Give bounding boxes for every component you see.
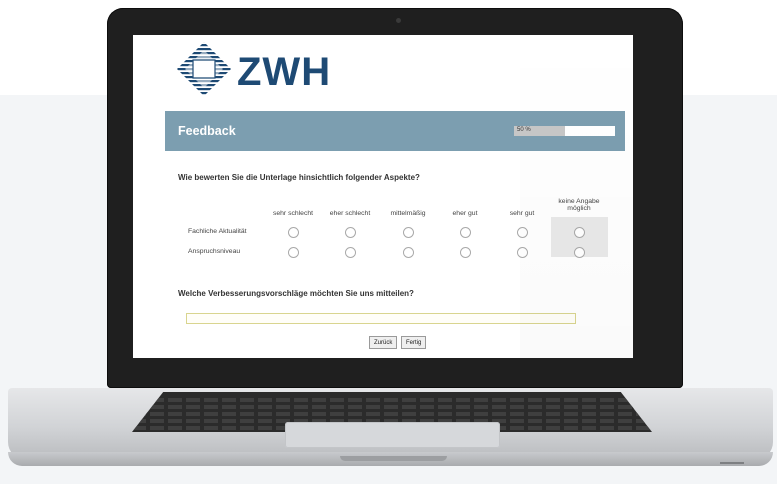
column-header: mittelmäßig	[390, 210, 426, 217]
question-2-text: Welche Verbesserungsvorschläge möchten S…	[178, 289, 414, 298]
column-header: sehr schlecht	[272, 210, 314, 217]
back-button[interactable]: Zurück	[369, 336, 398, 349]
row-label: Fachliche Aktualität	[188, 228, 247, 235]
brand-name: ZWH	[237, 50, 332, 94]
question-1-text: Wie bewerten Sie die Unterlage hinsichtl…	[178, 173, 420, 182]
header-bar: Feedback 50 %	[165, 111, 625, 151]
rating-radio[interactable]	[402, 247, 414, 258]
rating-radio[interactable]	[459, 227, 471, 238]
column-header: eher gut	[452, 210, 478, 217]
key-row	[132, 405, 652, 409]
row-label: Anspruchsniveau	[188, 248, 241, 255]
rating-radio[interactable]	[344, 247, 356, 258]
finish-button[interactable]: Fertig	[401, 336, 427, 349]
trackpad	[285, 422, 500, 448]
rating-radio[interactable]	[516, 247, 528, 258]
rating-radio[interactable]	[516, 227, 528, 238]
key-row	[132, 398, 652, 402]
progress-label: 50 %	[517, 127, 531, 133]
rating-radio[interactable]	[344, 227, 356, 238]
camera-icon	[396, 18, 401, 23]
rating-radio[interactable]	[287, 247, 299, 258]
rating-radio[interactable]	[459, 247, 471, 258]
rating-radio[interactable]	[573, 227, 585, 238]
survey-screen: ZWH Feedback 50 % Wie bewerten Sie die U…	[133, 35, 633, 358]
zwh-logo: ZWH	[175, 40, 330, 100]
column-header: eher schlecht	[329, 210, 371, 217]
rating-radio[interactable]	[402, 227, 414, 238]
zwh-logo-icon	[177, 42, 231, 96]
key-row	[132, 412, 652, 416]
rating-radio[interactable]	[287, 227, 299, 238]
column-header: keine Angabe möglich	[558, 198, 600, 212]
status-led	[720, 462, 744, 464]
page-title: Feedback	[178, 124, 236, 138]
rating-radio[interactable]	[573, 247, 585, 258]
lid-notch	[340, 456, 447, 461]
column-header: sehr gut	[509, 210, 535, 217]
suggestions-input[interactable]	[186, 313, 576, 324]
progress-bar: 50 %	[514, 126, 615, 136]
